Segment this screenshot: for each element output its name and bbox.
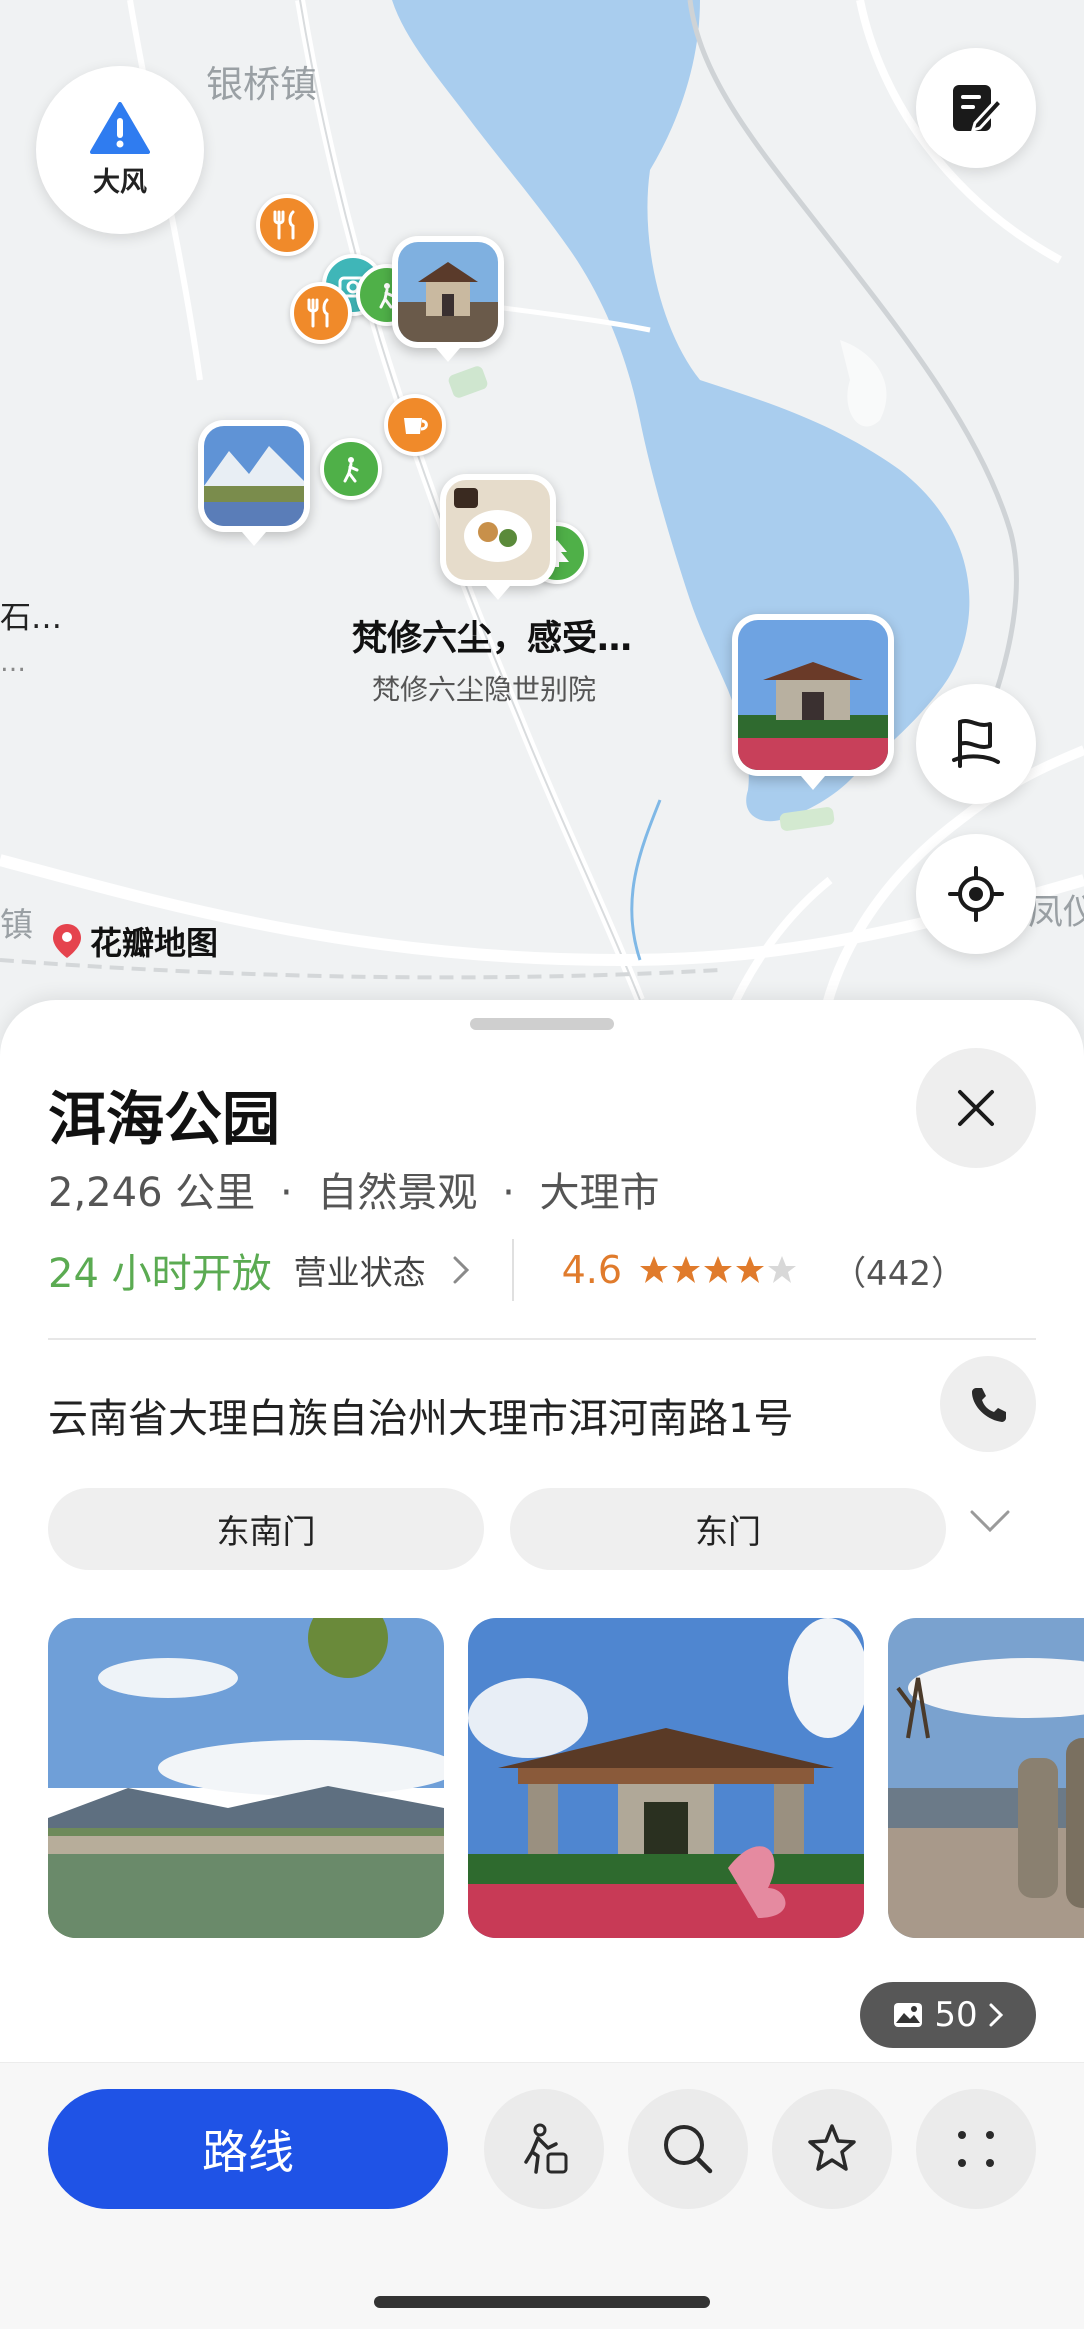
place-meta: 2,246 公里 · 自然景观 · 大理市: [48, 1160, 660, 1218]
close-button[interactable]: [916, 1048, 1036, 1168]
image-icon: [894, 2003, 923, 2027]
review-count[interactable]: （442）: [832, 1246, 965, 1295]
home-indicator[interactable]: [374, 2296, 710, 2308]
more-button[interactable]: [916, 2089, 1036, 2209]
gate-chip-east[interactable]: 东门: [510, 1488, 946, 1570]
hiker-icon: [343, 457, 359, 483]
locate-icon: [948, 866, 1004, 922]
town-label-edge: 镇: [0, 905, 33, 944]
note-button[interactable]: [916, 48, 1036, 168]
place-distance: 2,246 公里: [48, 1170, 256, 1216]
weather-label: 大风: [93, 166, 147, 198]
star-icon: [808, 2124, 856, 2171]
coffee-icon: [404, 418, 428, 434]
divider: [511, 1239, 514, 1301]
gate-chip-southeast[interactable]: 东南门: [48, 1488, 484, 1570]
map-callout-title[interactable]: 梵修六尘，感受…: [352, 610, 632, 661]
edit-icon: [953, 85, 1003, 133]
map-view[interactable]: 银桥镇 凤仪 镇 石… … 大风 梵修六尘，感受… 梵修六尘隐世别院 花瓣地图: [0, 0, 1084, 1040]
photo-pin-mountain[interactable]: [198, 420, 310, 546]
person-walking-icon: [524, 2123, 568, 2174]
locate-button[interactable]: [916, 834, 1036, 954]
photo-count-badge[interactable]: 50: [860, 1982, 1036, 2048]
map-brand: 花瓣地图: [50, 918, 218, 964]
poi-sublabel-edge: …: [0, 648, 26, 678]
more-icon: [958, 2131, 994, 2167]
business-status-link[interactable]: 营业状态: [294, 1246, 426, 1294]
star-rating-icon: [640, 1256, 797, 1283]
warning-icon: [90, 101, 150, 154]
status-rating-row: 24 小时开放 营业状态 4.6 （442）: [48, 1239, 1038, 1301]
fork-knife-icon: [273, 210, 295, 240]
hiking-marker[interactable]: [320, 438, 382, 500]
phone-icon: [972, 1388, 1006, 1422]
restaurant-marker[interactable]: [290, 282, 352, 344]
place-address[interactable]: 云南省大理白族自治州大理市洱河南路1号: [48, 1386, 793, 1444]
town-label-yinqiao: 银桥镇: [206, 63, 317, 106]
place-title: 洱海公园: [48, 1085, 281, 1153]
favorite-button[interactable]: [772, 2089, 892, 2209]
chevron-right-icon: [989, 2003, 1003, 2027]
place-photo-lake[interactable]: [48, 1618, 444, 1938]
map-pin-logo-icon: [53, 924, 81, 958]
poi-label-edge: 石…: [0, 600, 62, 636]
action-bar: 路线: [0, 2062, 1084, 2329]
chevron-right-icon[interactable]: [452, 1255, 470, 1285]
map-photo-thumbnail: [738, 620, 888, 770]
photo-pin-selected-park[interactable]: [732, 614, 894, 790]
meta-separator: ·: [502, 1170, 515, 1216]
cafe-marker[interactable]: [384, 394, 446, 456]
divider: [48, 1338, 1036, 1340]
flag-button[interactable]: [916, 684, 1036, 804]
photo-pin-food[interactable]: [440, 474, 556, 600]
place-photo-gate[interactable]: [468, 1618, 864, 1938]
photo-pin-gate[interactable]: [392, 236, 504, 362]
flag-icon: [952, 719, 1000, 768]
rating-stars[interactable]: [638, 1254, 798, 1286]
restaurant-marker[interactable]: [256, 194, 318, 256]
place-city: 大理市: [539, 1170, 660, 1216]
place-photo-rocks[interactable]: [888, 1618, 1084, 1938]
map-photo-thumbnail: [398, 242, 498, 342]
map-photo-thumbnail: [446, 480, 550, 580]
rating-value[interactable]: 4.6: [562, 1248, 622, 1292]
call-button[interactable]: [940, 1356, 1036, 1452]
place-category: 自然景观: [317, 1170, 478, 1216]
chevron-down-icon[interactable]: [968, 1508, 1012, 1534]
fork-knife-icon: [307, 298, 329, 328]
search-nearby-button[interactable]: [628, 2089, 748, 2209]
open-hours-status: 24 小时开放: [48, 1251, 272, 1297]
town-label-fengyi: 凤仪: [1028, 893, 1084, 933]
route-button[interactable]: 路线: [48, 2089, 448, 2209]
sheet-drag-handle[interactable]: [470, 1018, 614, 1030]
meta-separator: ·: [279, 1170, 293, 1216]
weather-alert-button[interactable]: 大风: [36, 66, 204, 234]
close-icon: [958, 1090, 994, 1126]
map-photo-thumbnail: [204, 426, 304, 526]
photo-count-value: 50: [934, 1995, 978, 2035]
map-callout-subtitle[interactable]: 梵修六尘隐世别院: [372, 668, 596, 708]
walking-nav-button[interactable]: [484, 2089, 604, 2209]
search-icon: [664, 2125, 713, 2174]
map-brand-label: 花瓣地图: [90, 924, 219, 962]
